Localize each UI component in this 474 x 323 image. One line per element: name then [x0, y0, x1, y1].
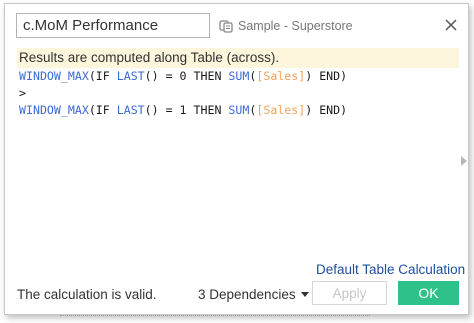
chevron-down-icon — [300, 292, 309, 297]
formula-field: [Sales] — [256, 69, 306, 83]
formula-text: () = 1 THEN — [144, 103, 229, 117]
calculation-name-input[interactable] — [16, 13, 210, 38]
background-worksheet-edge — [60, 315, 370, 320]
calculation-dialog: Sample - Superstore Results are computed… — [4, 3, 469, 315]
close-icon — [445, 19, 457, 31]
table-calc-info: Results are computed along Table (across… — [17, 48, 459, 68]
default-table-calculation-link[interactable]: Default Table Calculation — [316, 262, 465, 277]
formula-function: LAST — [116, 103, 145, 117]
formula-text: () = 0 THEN — [144, 69, 229, 83]
formula-text: ) END) — [305, 103, 348, 117]
close-button[interactable] — [441, 15, 461, 35]
formula-function: WINDOW_MAX — [19, 103, 89, 117]
formula-line[interactable]: > — [19, 85, 459, 102]
formula-text: (IF — [88, 69, 117, 83]
formula-function: LAST — [116, 69, 145, 83]
formula-function: SUM — [228, 103, 250, 117]
formula-field: [Sales] — [256, 103, 306, 117]
dependencies-dropdown[interactable]: 3 Dependencies — [198, 287, 309, 302]
formula-function: SUM — [228, 69, 250, 83]
formula-function: WINDOW_MAX — [19, 69, 89, 83]
datasource-name: Sample - Superstore — [238, 19, 353, 33]
formula-editor[interactable]: Results are computed along Table (across… — [17, 48, 459, 256]
ok-button[interactable]: OK — [398, 281, 459, 305]
expand-arrow-icon[interactable] — [460, 156, 468, 166]
apply-button[interactable]: Apply — [312, 281, 387, 305]
formula-text: > — [19, 86, 26, 100]
validation-status: The calculation is valid. — [17, 287, 157, 302]
datasource-label: Sample - Superstore — [219, 16, 353, 36]
formula-text: (IF — [88, 103, 117, 117]
formula-text: ) END) — [305, 69, 348, 83]
datasource-icon — [219, 20, 233, 33]
formula-code[interactable]: WINDOW_MAX(IF LAST() = 0 THEN SUM([Sales… — [17, 68, 459, 119]
formula-line[interactable]: WINDOW_MAX(IF LAST() = 1 THEN SUM([Sales… — [19, 102, 459, 119]
dependencies-label: 3 Dependencies — [198, 287, 296, 302]
formula-line[interactable]: WINDOW_MAX(IF LAST() = 0 THEN SUM([Sales… — [19, 68, 459, 85]
